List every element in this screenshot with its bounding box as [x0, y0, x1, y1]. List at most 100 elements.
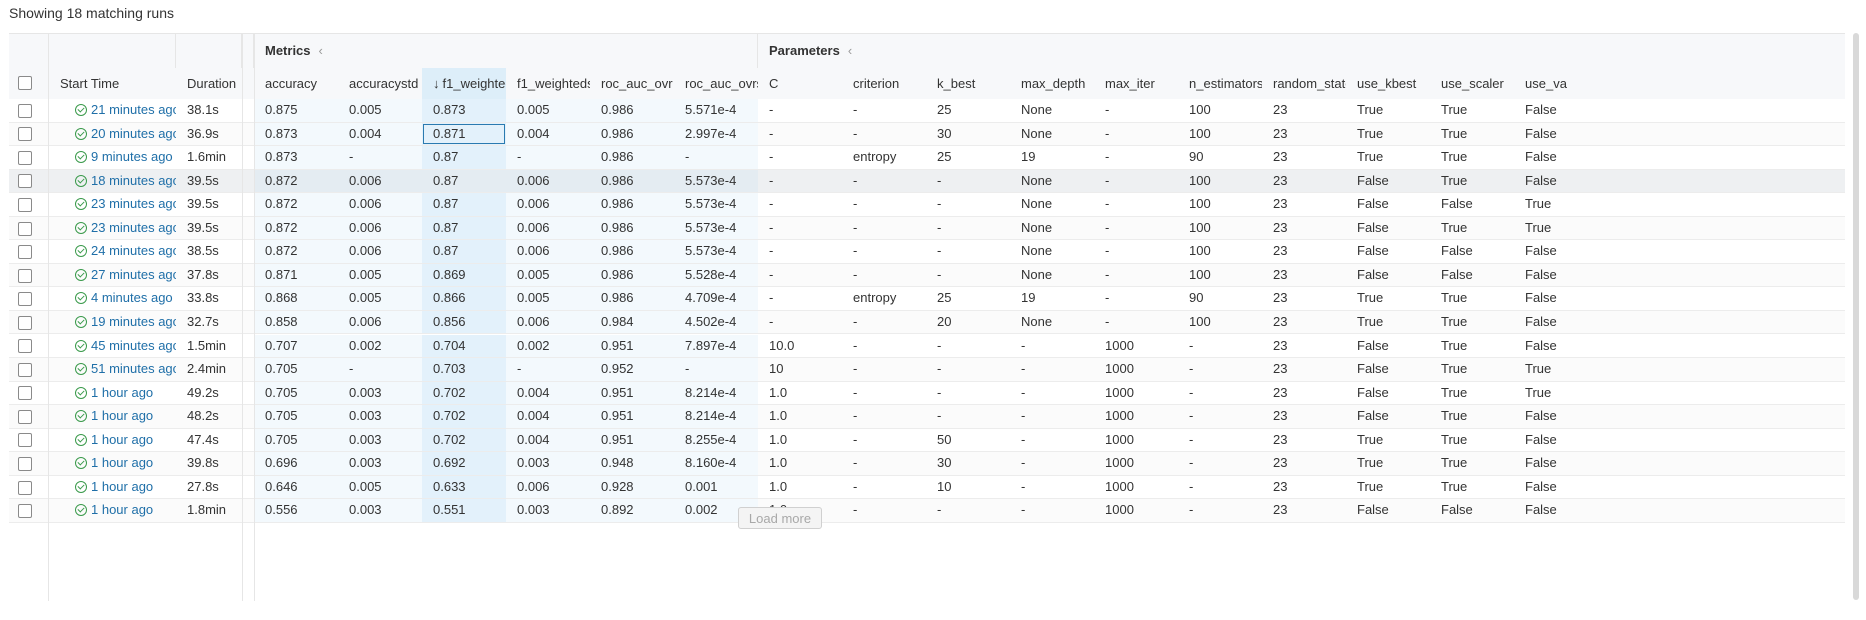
column-header-criterion[interactable]: criterion — [842, 68, 926, 99]
column-header-k-best[interactable]: k_best — [926, 68, 1010, 99]
row-checkbox[interactable] — [18, 268, 32, 283]
table-row[interactable]: 45 minutes ago 1.5min 0.707 0.002 0.704 0.002… — [9, 334, 1845, 359]
row-checkbox[interactable] — [18, 362, 32, 377]
cell-start-time[interactable]: 1 hour ago — [49, 429, 176, 452]
cell-c: 10.0 — [758, 335, 842, 358]
cell-value: False — [1525, 502, 1557, 518]
select-all-checkbox[interactable] — [18, 76, 32, 90]
row-checkbox[interactable] — [18, 386, 32, 401]
chevron-left-icon[interactable]: ‹ — [319, 43, 323, 58]
cell-f1-weightedstd: 0.003 — [506, 452, 590, 475]
cell-start-time[interactable]: 18 minutes ago — [49, 170, 176, 193]
parameters-group-header[interactable]: Parameters ‹ — [758, 34, 1845, 68]
table-row[interactable]: 9 minutes ago 1.6min 0.873 - 0.87 - 0.986 - - ent… — [9, 146, 1845, 170]
column-header-f1-weighted[interactable]: ↓ f1_weighted — [422, 68, 506, 99]
cell-start-time[interactable]: 1 hour ago — [49, 382, 176, 405]
table-row[interactable]: 1 hour ago 27.8s 0.646 0.005 0.633 0.006 0.928… — [9, 475, 1845, 500]
cell-random-state: 23 — [1262, 499, 1346, 522]
column-header-max-iter[interactable]: max_iter — [1094, 68, 1178, 99]
row-checkbox[interactable] — [18, 292, 32, 307]
cell-start-time[interactable]: 1 hour ago — [49, 499, 176, 522]
row-checkbox[interactable] — [18, 504, 32, 519]
column-header-use-va[interactable]: use_va — [1514, 68, 1598, 99]
row-checkbox[interactable] — [18, 315, 32, 330]
table-row[interactable]: 1 hour ago 48.2s 0.705 0.003 0.702 0.004 0.951… — [9, 405, 1845, 429]
cell-value: False — [1357, 266, 1389, 282]
column-header-accuracy[interactable]: accuracy — [254, 68, 338, 99]
check-circle-icon — [75, 339, 87, 352]
cell-start-time[interactable]: 19 minutes ago — [49, 311, 176, 334]
cell-start-time[interactable]: 45 minutes ago — [49, 335, 176, 358]
column-header-use-scaler[interactable]: use_scaler — [1430, 68, 1514, 99]
cell-start-time[interactable]: 21 minutes ago — [49, 99, 176, 122]
cell-max-iter: 1000 — [1094, 499, 1178, 522]
cell-start-time[interactable]: 20 minutes ago — [49, 123, 176, 146]
column-header-start-time[interactable]: Start Time — [49, 68, 176, 99]
cell-start-time[interactable]: 27 minutes ago — [49, 264, 176, 287]
row-checkbox[interactable] — [18, 197, 32, 212]
cell-max-depth: None — [1010, 240, 1094, 263]
table-row[interactable]: 24 minutes ago 38.5s 0.872 0.006 0.87 0.006 0.… — [9, 240, 1845, 264]
row-checkbox[interactable] — [18, 150, 32, 165]
cell-value: 1000 — [1105, 478, 1134, 494]
table-row[interactable]: 1 hour ago 49.2s 0.705 0.003 0.702 0.004 0.951… — [9, 381, 1845, 406]
cell-start-time[interactable]: 4 minutes ago — [49, 287, 176, 310]
row-checkbox[interactable] — [18, 245, 32, 260]
row-checkbox[interactable] — [18, 339, 32, 354]
table-row[interactable]: 4 minutes ago 33.8s 0.868 0.005 0.866 0.005 0.… — [9, 287, 1845, 311]
column-header-roc-auc-ovr[interactable]: roc_auc_ovr — [590, 68, 674, 99]
table-row[interactable]: 21 minutes ago 38.1s 0.875 0.005 0.873 0.005 0… — [9, 99, 1845, 123]
row-checkbox[interactable] — [18, 480, 32, 495]
metrics-group-header[interactable]: Metrics ‹ — [254, 34, 758, 68]
cell-c: - — [758, 99, 842, 122]
column-header-n-estimators[interactable]: n_estimators — [1178, 68, 1262, 99]
cell-start-time[interactable]: 9 minutes ago — [49, 146, 176, 169]
column-header-accuracystd[interactable]: accuracystd — [338, 68, 422, 99]
row-checkbox[interactable] — [18, 127, 32, 142]
row-checkbox[interactable] — [18, 103, 32, 118]
cell-start-time[interactable]: 24 minutes ago — [49, 240, 176, 263]
check-circle-icon — [75, 221, 87, 234]
cell-value: entropy — [853, 290, 897, 306]
table-row[interactable]: 1 hour ago 1.8min 0.556 0.003 0.551 0.003 0.89… — [9, 499, 1845, 523]
table-row[interactable]: 18 minutes ago 39.5s 0.872 0.006 0.87 0.006 0.… — [9, 169, 1845, 194]
table-row[interactable]: 27 minutes ago 37.8s 0.871 0.005 0.869 0.005 0… — [9, 263, 1845, 288]
table-row[interactable]: 20 minutes ago 36.9s 0.873 0.004 0.871 0.004 0… — [9, 122, 1845, 147]
cell-value: 1000 — [1105, 337, 1134, 353]
cell-roc-auc-ovr: 0.952 — [590, 358, 674, 381]
cell-accuracy: 0.707 — [254, 334, 338, 358]
cell-roc-auc-ovr: 0.951 — [590, 428, 674, 452]
table-row[interactable]: 19 minutes ago 32.7s 0.858 0.006 0.856 0.006 0… — [9, 310, 1845, 335]
row-checkbox[interactable] — [18, 433, 32, 448]
table-row[interactable]: 23 minutes ago 39.5s 0.872 0.006 0.87 0.006 0.… — [9, 216, 1845, 241]
table-row[interactable]: 23 minutes ago 39.5s 0.872 0.006 0.87 0.006 0.… — [9, 193, 1845, 217]
vertical-scrollbar[interactable] — [1852, 33, 1860, 600]
cell-start-time[interactable]: 1 hour ago — [49, 452, 176, 475]
cell-start-time[interactable]: 1 hour ago — [49, 405, 176, 428]
cell-value: False — [1525, 478, 1557, 494]
cell-f1-weighted: 0.703 — [422, 358, 506, 381]
row-checkbox[interactable] — [18, 221, 32, 236]
row-checkbox[interactable] — [18, 457, 32, 472]
column-header-duration[interactable]: Duration — [176, 68, 242, 99]
table-row[interactable]: 1 hour ago 47.4s 0.705 0.003 0.702 0.004 0.951… — [9, 428, 1845, 453]
table-row[interactable]: 51 minutes ago 2.4min 0.705 - 0.703 - 0.952 - 10… — [9, 358, 1845, 382]
chevron-left-icon[interactable]: ‹ — [848, 43, 852, 58]
scrollbar-thumb[interactable] — [1853, 33, 1859, 600]
table-row[interactable]: 1 hour ago 39.8s 0.696 0.003 0.692 0.003 0.948… — [9, 452, 1845, 476]
column-header-random-state[interactable]: random_state — [1262, 68, 1346, 99]
cell-start-time[interactable]: 23 minutes ago — [49, 193, 176, 216]
cell-start-time[interactable]: 23 minutes ago — [49, 217, 176, 240]
cell-max-iter: - — [1094, 311, 1178, 334]
column-header-c[interactable]: C — [758, 68, 842, 99]
row-checkbox[interactable] — [18, 174, 32, 189]
cell-start-time[interactable]: 1 hour ago — [49, 476, 176, 499]
column-header-use-kbest[interactable]: use_kbest — [1346, 68, 1430, 99]
column-header-roc-auc-ovrstd[interactable]: roc_auc_ovrstd — [674, 68, 758, 99]
cell-value: 0.872 — [265, 196, 298, 212]
column-header-max-depth[interactable]: max_depth — [1010, 68, 1094, 99]
load-more-button[interactable]: Load more — [738, 507, 822, 529]
column-header-f1-weightedstd[interactable]: f1_weightedstd — [506, 68, 590, 99]
row-checkbox[interactable] — [18, 409, 32, 424]
cell-start-time[interactable]: 51 minutes ago — [49, 358, 176, 381]
